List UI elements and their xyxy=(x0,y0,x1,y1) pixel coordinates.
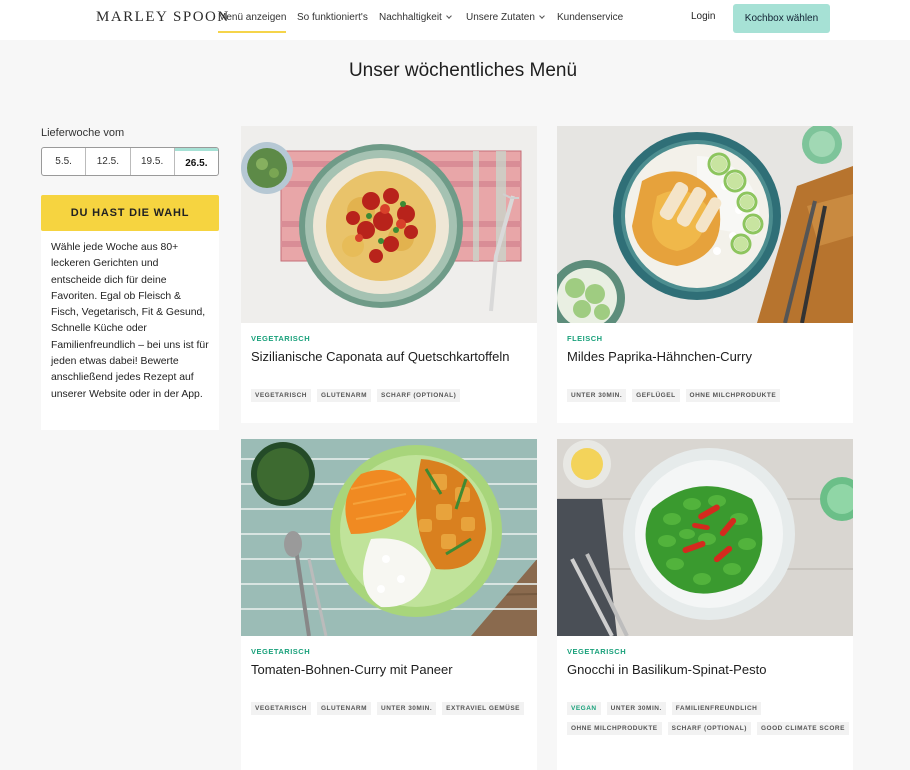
nav-item-ingredients-label: Unsere Zutaten xyxy=(466,12,535,23)
week-option[interactable]: 19.5. xyxy=(131,148,175,175)
recipe-title[interactable]: Tomaten-Bohnen-Curry mit Paneer xyxy=(251,660,521,679)
recipe-tag: OHNE MILCHPRODUKTE xyxy=(685,389,781,402)
recipe-tags: VEGAN UNTER 30MIN. FAMILIENFREUNDLICH OH… xyxy=(567,702,851,742)
recipe-image-chicken-curry[interactable] xyxy=(557,126,853,323)
recipe-tag: SCHARF (OPTIONAL) xyxy=(377,389,461,402)
recipe-card[interactable]: FLEISCH Mildes Paprika-Hähnchen-Curry UN… xyxy=(557,126,853,423)
nav-item-ingredients[interactable]: Unsere Zutaten xyxy=(466,12,545,23)
week-option-selected[interactable]: 26.5. xyxy=(174,148,218,175)
recipe-tag: UNTER 30MIN. xyxy=(606,702,666,715)
recipe-tag: OHNE MILCHPRODUKTE xyxy=(567,722,662,735)
chevron-down-icon xyxy=(539,13,545,19)
recipe-category: VEGETARISCH xyxy=(251,334,311,343)
recipe-title[interactable]: Mildes Paprika-Hähnchen-Curry xyxy=(567,347,837,366)
recipe-tag: VEGETARISCH xyxy=(251,702,311,715)
recipe-tag: GLUTENARM xyxy=(316,702,371,715)
delivery-week-selector: 5.5. 12.5. 19.5. 26.5. xyxy=(41,147,219,176)
recipe-tag: GLUTENARM xyxy=(316,389,371,402)
recipe-category: FLEISCH xyxy=(567,334,603,343)
login-link[interactable]: Login xyxy=(691,11,715,22)
recipe-title[interactable]: Gnocchi in Basilikum-Spinat-Pesto xyxy=(567,660,837,679)
recipe-card[interactable]: VEGETARISCH Tomaten-Bohnen-Curry mit Pan… xyxy=(241,439,537,770)
recipe-tags: UNTER 30MIN. GEFLÜGEL OHNE MILCHPRODUKTE xyxy=(567,389,851,409)
delivery-week-label: Lieferwoche vom xyxy=(41,127,125,139)
recipe-tag: GEFLÜGEL xyxy=(632,389,680,402)
recipe-tag: UNTER 30MIN. xyxy=(377,702,437,715)
recipe-card[interactable]: VEGETARISCH Gnocchi in Basilikum-Spinat-… xyxy=(557,439,853,770)
recipe-category: VEGETARISCH xyxy=(567,647,627,656)
nav-item-how-it-works[interactable]: So funktioniert's xyxy=(297,12,368,23)
recipe-tags: VEGETARISCH GLUTENARM SCHARF (OPTIONAL) xyxy=(251,389,535,409)
nav-item-sustainability-label: Nachhaltigkeit xyxy=(379,12,442,23)
top-navigation: MARLEY SPOON Menü anzeigen So funktionie… xyxy=(0,0,910,40)
recipe-tag: FAMILIENFREUNDLICH xyxy=(671,702,762,715)
recipe-title[interactable]: Sizilianische Caponata auf Quetschkartof… xyxy=(251,347,521,366)
recipe-tag: UNTER 30MIN. xyxy=(567,389,627,402)
nav-item-menu[interactable]: Menü anzeigen xyxy=(218,12,287,33)
marley-spoon-logo[interactable]: MARLEY SPOON xyxy=(96,9,230,26)
choose-box-button[interactable]: Kochbox wählen xyxy=(733,4,830,33)
chevron-down-icon xyxy=(445,13,452,19)
recipe-image-paneer-curry[interactable] xyxy=(241,439,537,636)
recipe-card[interactable]: VEGETARISCH Sizilianische Caponata auf Q… xyxy=(241,126,537,423)
recipe-tag: EXTRAVIEL GEMÜSE xyxy=(442,702,525,715)
recipe-tag: SCHARF (OPTIONAL) xyxy=(667,722,751,735)
recipe-image-caponata[interactable] xyxy=(241,126,537,323)
menu-description: Wähle jede Woche aus 80+ leckeren Gerich… xyxy=(41,231,219,430)
page-title: Unser wöchentliches Menü xyxy=(348,60,578,81)
recipe-tag: GOOD CLIMATE SCORE xyxy=(756,722,849,735)
nav-item-customer-service[interactable]: Kundenservice xyxy=(557,12,623,23)
recipe-tags: VEGETARISCH GLUTENARM UNTER 30MIN. EXTRA… xyxy=(251,702,535,722)
recipe-tag: VEGETARISCH xyxy=(251,389,311,402)
recipe-category: VEGETARISCH xyxy=(251,647,311,656)
choice-banner: DU HAST DIE WAHL xyxy=(41,195,219,231)
recipe-image-gnocchi[interactable] xyxy=(557,439,853,636)
week-option[interactable]: 5.5. xyxy=(42,148,87,175)
week-option[interactable]: 12.5. xyxy=(86,148,131,175)
recipe-tag: VEGAN xyxy=(567,702,601,715)
nav-item-sustainability[interactable]: Nachhaltigkeit xyxy=(379,12,452,23)
